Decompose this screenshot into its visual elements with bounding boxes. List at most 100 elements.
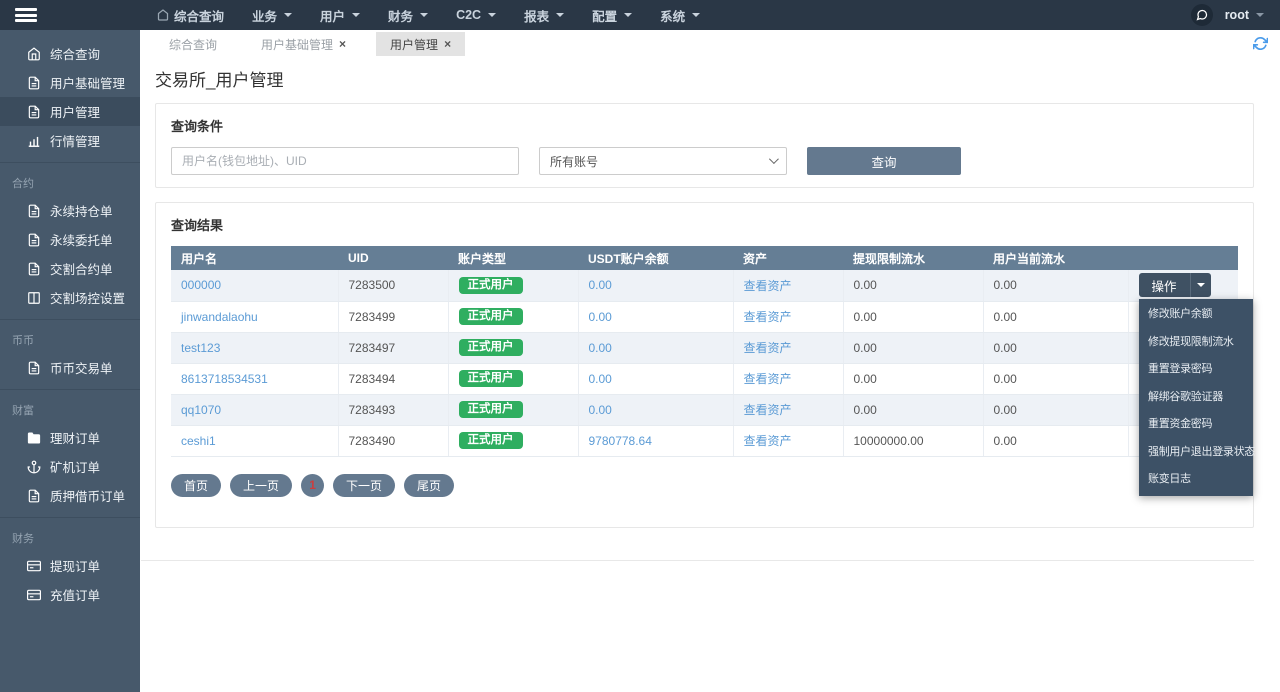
username-link[interactable]: test123 <box>181 341 220 355</box>
refresh-icon[interactable] <box>1253 36 1268 51</box>
pagination-current-page[interactable]: 1 <box>301 473 325 497</box>
nav-item-config[interactable]: 配置 <box>578 0 646 30</box>
view-assets-link[interactable]: 查看资产 <box>744 279 792 293</box>
current-flow-cell: 0.00 <box>983 301 1129 333</box>
sidebar-item-spot-trades[interactable]: 币币交易单 <box>0 353 140 382</box>
results-table: 用户名 UID 账户类型 USDT账户余额 资产 提现限制流水 用户当前流水 0… <box>171 246 1238 457</box>
pagination: 首页 上一页 1 下一页 尾页 <box>171 473 1238 497</box>
credit-card-icon <box>27 589 41 600</box>
user-menu[interactable]: root <box>1225 8 1264 22</box>
tab-overview[interactable]: 综合查询 <box>155 32 231 56</box>
sidebar-item-miner-orders[interactable]: 矿机订单 <box>0 452 140 481</box>
usdt-balance-link[interactable]: 0.00 <box>589 372 612 386</box>
sidebar-item-perpetual-positions[interactable]: 永续持仓单 <box>0 196 140 225</box>
withdraw-limit-cell: 0.00 <box>843 363 984 395</box>
account-type-badge: 正式用户 <box>458 307 523 326</box>
action-menu-item-modify-withdraw-limit[interactable]: 修改提现限制流水 <box>1139 329 1253 357</box>
sidebar-item-delivery-contracts[interactable]: 交割合约单 <box>0 254 140 283</box>
withdraw-limit-cell: 0.00 <box>843 332 984 364</box>
nav-item-label: 综合查询 <box>174 9 225 24</box>
sidebar-item-perpetual-orders[interactable]: 永续委托单 <box>0 225 140 254</box>
action-menu-item-reset-fund-password[interactable]: 重置资金密码 <box>1139 411 1253 439</box>
view-assets-link[interactable]: 查看资产 <box>744 310 792 324</box>
account-type-badge: 正式用户 <box>458 276 523 294</box>
usdt-balance-link[interactable]: 0.00 <box>589 341 612 355</box>
nav-item-reports[interactable]: 报表 <box>510 0 578 30</box>
action-menu-item-force-logout[interactable]: 强制用户退出登录状态 <box>1139 439 1255 467</box>
results-table-wrap: 用户名 UID 账户类型 USDT账户余额 资产 提现限制流水 用户当前流水 0… <box>171 246 1255 496</box>
username-link[interactable]: ceshi1 <box>181 434 216 448</box>
file-text-icon <box>28 262 40 275</box>
file-text-icon <box>28 489 40 502</box>
pagination-last-button[interactable]: 尾页 <box>404 473 455 497</box>
pagination-first-button[interactable]: 首页 <box>171 473 222 497</box>
username-link[interactable]: jinwandalaohu <box>181 310 258 324</box>
col-assets: 资产 <box>733 246 843 270</box>
nav-item-finance[interactable]: 财务 <box>374 0 442 30</box>
action-menu-item-balance-log[interactable]: 账变日志 <box>1139 466 1253 494</box>
search-button[interactable]: 查询 <box>807 147 961 175</box>
tab-user-basic-mgmt[interactable]: 用户基础管理 × <box>247 32 360 56</box>
uid-cell: 7283490 <box>338 425 449 457</box>
action-caret-button[interactable] <box>1191 273 1211 297</box>
withdraw-limit-cell: 0.00 <box>843 270 984 302</box>
hamburger-menu-icon[interactable] <box>15 8 37 22</box>
nav-item-business[interactable]: 业务 <box>238 0 306 30</box>
top-navbar: 综合查询 业务 用户 财务 C2C 报表 配置 系统 root <box>0 0 1280 30</box>
usdt-balance-link[interactable]: 9780778.64 <box>589 434 652 448</box>
col-actions <box>1128 246 1238 270</box>
view-assets-link[interactable]: 查看资产 <box>744 403 792 417</box>
pagination-next-button[interactable]: 下一页 <box>333 473 396 497</box>
nav-item-system[interactable]: 系统 <box>646 0 714 30</box>
uid-cell: 7283497 <box>338 332 449 364</box>
sidebar-group: 财务 提现订单 充值订单 <box>0 518 140 616</box>
pagination-prev-button[interactable]: 上一页 <box>230 473 293 497</box>
view-assets-link[interactable]: 查看资产 <box>744 434 792 448</box>
uid-cell: 7283493 <box>338 394 449 426</box>
chat-icon <box>1196 9 1207 21</box>
sidebar-item-pledge-loan-orders[interactable]: 质押借币订单 <box>0 481 140 510</box>
nav-item-users[interactable]: 用户 <box>306 0 374 30</box>
search-form: 所有账号 查询 <box>171 147 1238 175</box>
table-row: ceshi1 7283490 正式用户 9780778.64 查看资产 1000… <box>171 425 1238 457</box>
results-panel-title: 查询结果 <box>171 218 224 233</box>
usdt-balance-link[interactable]: 0.00 <box>589 278 612 292</box>
username-link[interactable]: 000000 <box>181 278 221 292</box>
sidebar-item-user-mgmt[interactable]: 用户管理 <box>0 97 140 126</box>
action-menu-item-reset-login-password[interactable]: 重置登录密码 <box>1139 356 1253 384</box>
account-type-badge: 正式用户 <box>458 431 523 450</box>
action-menu-item-modify-balance[interactable]: 修改账户余额 <box>1139 301 1253 329</box>
chevron-down-icon <box>488 13 497 17</box>
sidebar-item-wealth-orders[interactable]: 理财订单 <box>0 423 140 452</box>
tab-user-mgmt[interactable]: 用户管理 × <box>376 32 466 56</box>
sidebar-item-delivery-risk-settings[interactable]: 交割场控设置 <box>0 283 140 312</box>
sidebar-item-overview[interactable]: 综合查询 <box>0 39 140 68</box>
sidebar-item-deposit-orders[interactable]: 充值订单 <box>0 580 140 609</box>
chevron-down-icon <box>420 13 429 17</box>
sidebar-item-withdraw-orders[interactable]: 提现订单 <box>0 551 140 580</box>
usdt-balance-link[interactable]: 0.00 <box>589 403 612 417</box>
nav-item-c2c[interactable]: C2C <box>442 0 510 30</box>
credit-card-icon <box>27 560 41 571</box>
sidebar-item-market-mgmt[interactable]: 行情管理 <box>0 126 140 155</box>
sidebar-item-user-basic-mgmt[interactable]: 用户基础管理 <box>0 68 140 97</box>
account-filter-select[interactable]: 所有账号 <box>539 147 787 175</box>
close-icon[interactable]: × <box>444 37 451 51</box>
close-icon[interactable]: × <box>339 37 346 51</box>
footer-divider <box>141 559 1254 561</box>
page-title: 交易所_用户管理 <box>155 71 284 90</box>
usdt-balance-link[interactable]: 0.00 <box>589 310 612 324</box>
col-account-type: 账户类型 <box>448 246 578 270</box>
action-split-button[interactable]: 操作 <box>1138 273 1211 298</box>
username-link[interactable]: 8613718534531 <box>181 372 268 386</box>
view-assets-link[interactable]: 查看资产 <box>744 341 792 355</box>
col-username: 用户名 <box>171 246 338 270</box>
nav-item-overview[interactable]: 综合查询 <box>143 0 238 30</box>
messages-button[interactable] <box>1190 4 1213 26</box>
chevron-down-icon <box>692 13 701 17</box>
chevron-down-icon <box>768 154 779 165</box>
username-link[interactable]: qq1070 <box>181 403 221 417</box>
keyword-input[interactable] <box>171 147 519 175</box>
action-menu-item-unbind-google-auth[interactable]: 解绑谷歌验证器 <box>1139 384 1253 412</box>
view-assets-link[interactable]: 查看资产 <box>744 372 792 386</box>
